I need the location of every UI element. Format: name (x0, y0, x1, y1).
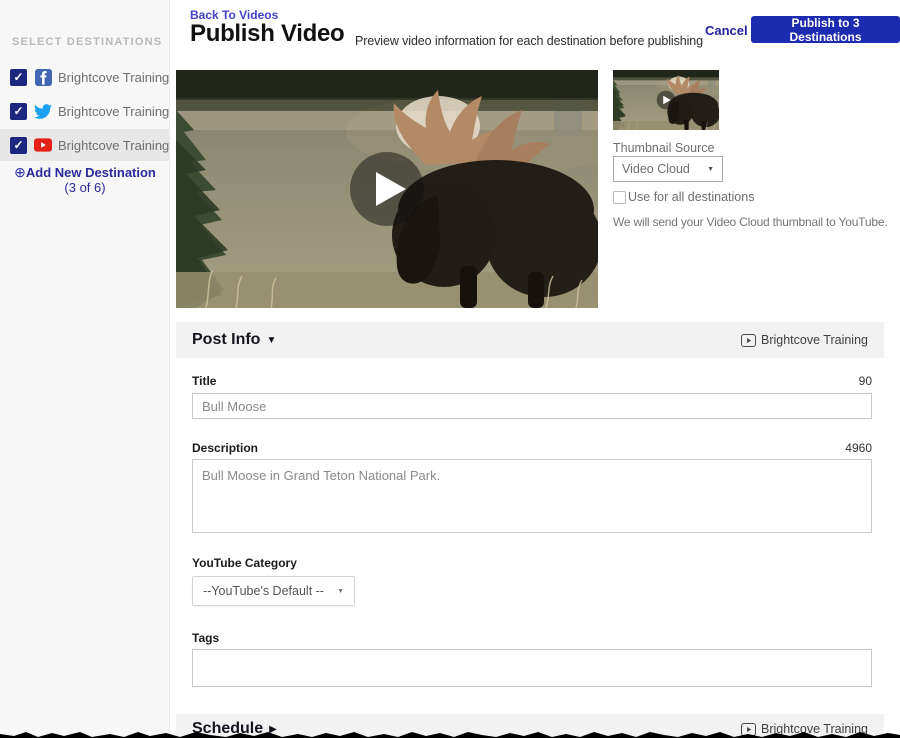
post-info-title[interactable]: Post Info (192, 331, 260, 349)
twitter-icon (34, 102, 52, 120)
youtube-category-value: --YouTube's Default -- (203, 584, 324, 598)
tags-input[interactable] (192, 649, 872, 687)
account-name: Brightcove Training (761, 333, 868, 347)
destination-count: (3 of 6) (0, 180, 170, 195)
tags-label: Tags (192, 631, 219, 645)
destination-label: Brightcove Training (58, 138, 169, 153)
destination-row-youtube[interactable]: ✓ Brightcove Training (0, 129, 170, 161)
title-char-counter: 90 (192, 374, 872, 388)
sidebar-title: SELECT DESTINATIONS (12, 36, 162, 48)
destination-label: Brightcove Training (58, 70, 169, 85)
post-info-account-chip: Brightcove Training (741, 333, 868, 347)
chevron-down-icon: ▼ (337, 588, 344, 595)
add-new-destination-link[interactable]: ⊕Add New Destination (0, 164, 170, 181)
facebook-checkbox[interactable]: ✓ (10, 69, 27, 86)
video-player[interactable] (176, 70, 598, 308)
check-icon: ✓ (13, 70, 23, 84)
check-icon: ✓ (13, 104, 23, 118)
destination-row-facebook[interactable]: ✓ Brightcove Training (0, 61, 170, 93)
torn-edge-decoration (0, 729, 900, 738)
title-input[interactable] (192, 393, 872, 419)
youtube-category-select[interactable]: --YouTube's Default -- ▼ (192, 576, 355, 606)
facebook-icon (34, 68, 52, 86)
youtube-icon (34, 136, 52, 154)
use-for-all-destinations-row[interactable]: Use for all destinations (613, 190, 754, 204)
destination-label: Brightcove Training (58, 104, 169, 119)
thumbnail-source-label: Thumbnail Source (613, 141, 714, 155)
thumbnail-image (613, 70, 719, 130)
thumbnail-source-value: Video Cloud (622, 162, 690, 176)
use-for-all-checkbox[interactable] (613, 191, 626, 204)
chevron-down-icon: ▼ (707, 166, 714, 173)
publish-button[interactable]: Publish to 3 Destinations (751, 16, 900, 43)
check-icon: ✓ (13, 138, 23, 152)
chevron-down-icon[interactable]: ▼ (266, 335, 276, 346)
description-char-counter: 4960 (192, 441, 872, 455)
cancel-button[interactable]: Cancel (705, 23, 748, 38)
add-new-destination-label: Add New Destination (26, 165, 156, 180)
plus-circle-icon: ⊕ (14, 164, 26, 180)
publish-video-screen: SELECT DESTINATIONS ✓ Brightcove Trainin… (0, 0, 900, 738)
destination-row-twitter[interactable]: ✓ Brightcove Training (0, 95, 170, 127)
destinations-sidebar: SELECT DESTINATIONS ✓ Brightcove Trainin… (0, 0, 170, 738)
youtube-category-label: YouTube Category (192, 556, 297, 570)
twitter-checkbox[interactable]: ✓ (10, 103, 27, 120)
use-for-all-label: Use for all destinations (628, 190, 754, 204)
page-subtitle: Preview video information for each desti… (355, 34, 703, 48)
description-input[interactable]: Bull Moose in Grand Teton National Park. (192, 459, 872, 533)
thumbnail-preview (613, 70, 719, 130)
post-info-section-header: Post Info ▼ Brightcove Training (176, 322, 884, 358)
thumbnail-source-select[interactable]: Video Cloud ▼ (613, 156, 723, 182)
thumbnail-note: We will send your Video Cloud thumbnail … (613, 215, 900, 229)
youtube-checkbox[interactable]: ✓ (10, 137, 27, 154)
video-preview-frame (176, 70, 598, 308)
video-chip-icon (741, 334, 756, 347)
page-title: Publish Video (190, 20, 344, 48)
